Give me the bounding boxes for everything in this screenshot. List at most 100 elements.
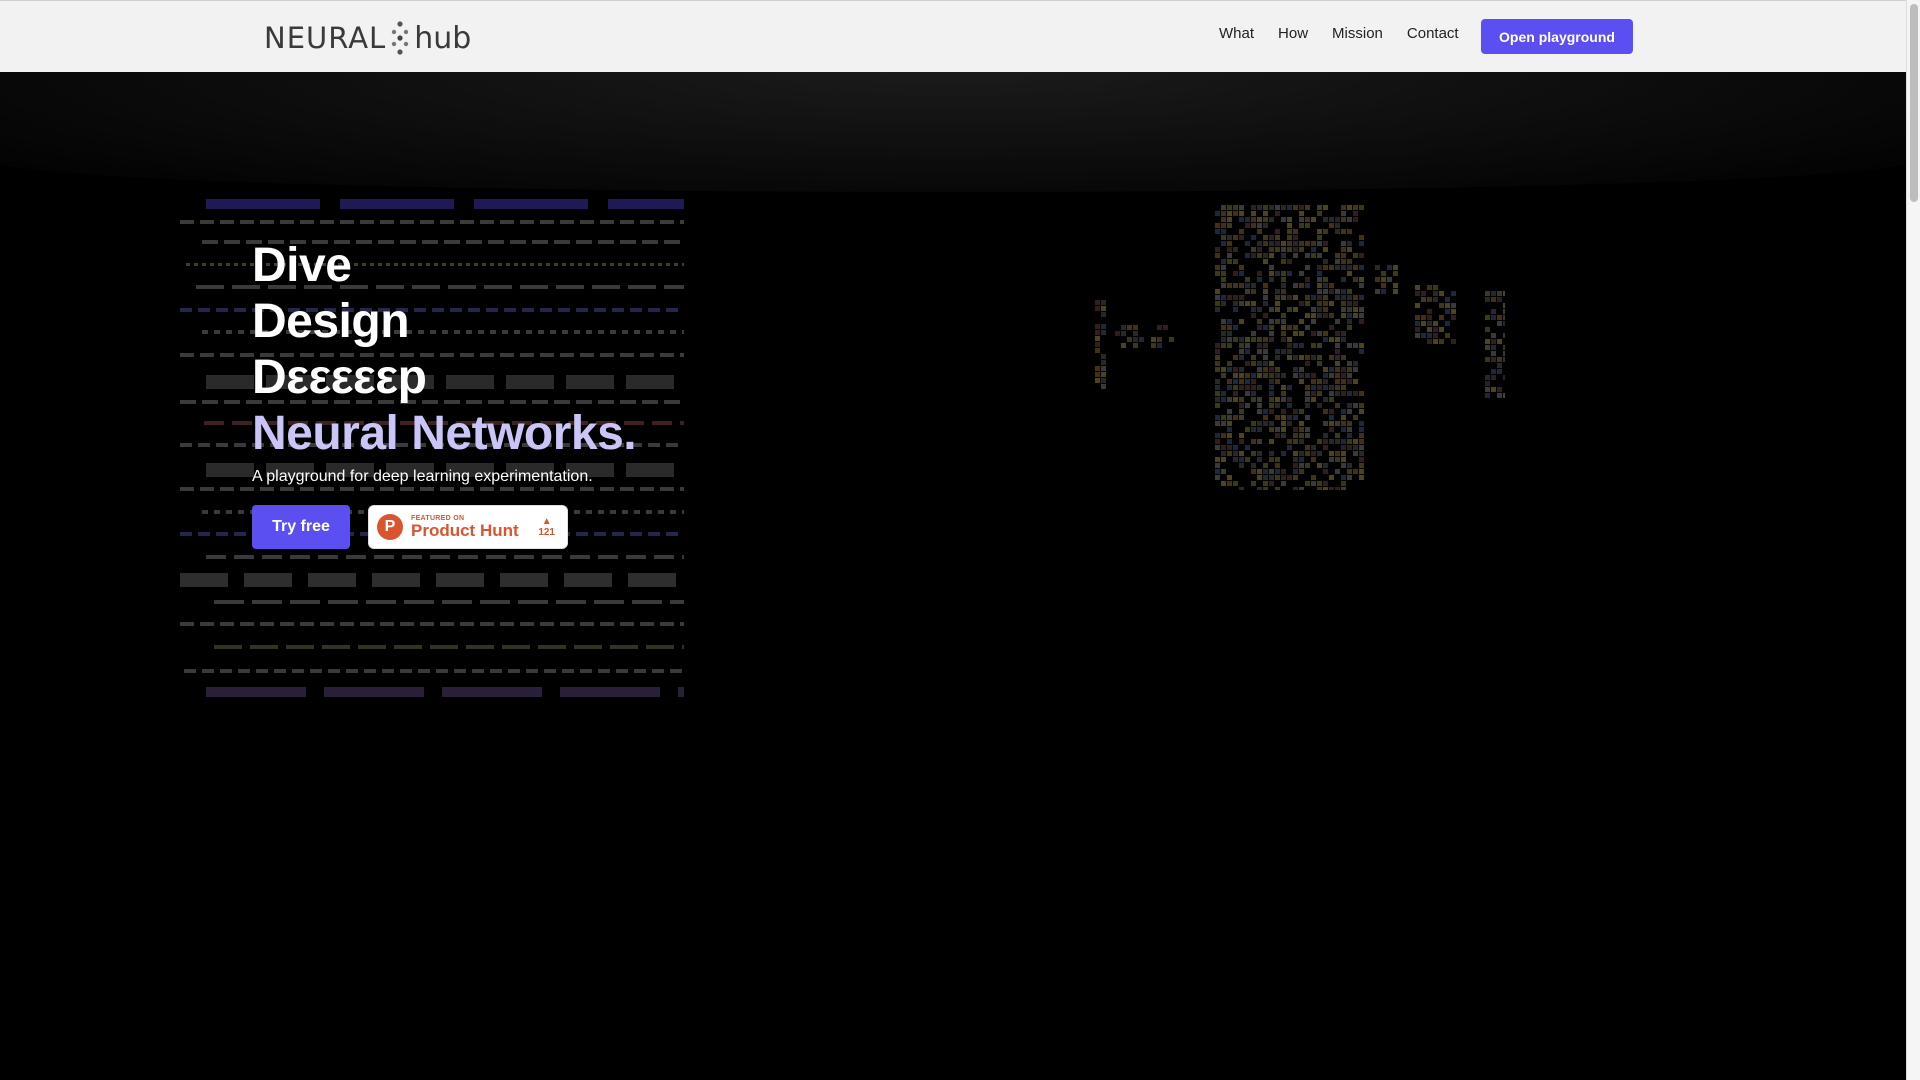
- network-cell: [1359, 307, 1364, 312]
- nav-link-mission[interactable]: Mission: [1332, 25, 1383, 42]
- network-cell: [1347, 439, 1352, 444]
- network-cell: [1311, 451, 1316, 456]
- dash-segment: [642, 240, 658, 244]
- network-cell: [1269, 205, 1274, 210]
- network-cell: [1221, 343, 1226, 348]
- network-cell: [1341, 445, 1346, 450]
- network-cell: [1335, 337, 1340, 342]
- dash-segment: [206, 555, 226, 559]
- network-cell: [1347, 409, 1352, 414]
- network-cell: [1497, 339, 1502, 344]
- dash-segment: [260, 220, 274, 224]
- network-cell: [1503, 357, 1505, 362]
- network-cell: [1293, 439, 1298, 444]
- neural-hub-logo[interactable]: NEURAL hub: [264, 19, 471, 57]
- network-cell: [1359, 445, 1364, 450]
- dash-segment: [220, 353, 234, 357]
- network-cell: [1433, 321, 1438, 326]
- network-cell: [1335, 331, 1340, 336]
- network-cell: [1245, 373, 1250, 378]
- network-cell: [1311, 397, 1316, 402]
- network-cell: [1293, 433, 1298, 438]
- network-cell: [1311, 457, 1316, 462]
- network-cell: [1281, 283, 1286, 288]
- nav-link-contact[interactable]: Contact: [1407, 25, 1459, 42]
- network-cell: [1329, 409, 1334, 414]
- dash-segment: [680, 421, 684, 425]
- network-cell: [1287, 475, 1292, 480]
- nav-link-what[interactable]: What: [1219, 25, 1254, 42]
- network-cell: [1251, 361, 1256, 366]
- network-cell: [1427, 333, 1432, 338]
- dash-segment: [320, 622, 334, 626]
- network-cell: [1269, 481, 1274, 486]
- network-cell: [1263, 295, 1268, 300]
- network-cell: [1251, 307, 1256, 312]
- network-cell: [1305, 295, 1310, 300]
- network-cell: [1299, 301, 1304, 306]
- network-cell: [1221, 235, 1226, 240]
- network-cell: [1215, 295, 1220, 300]
- dash-segment: [474, 199, 588, 209]
- nav-link-how[interactable]: How: [1278, 25, 1308, 42]
- dash-segment: [280, 220, 294, 224]
- network-cell: [1227, 421, 1232, 426]
- network-cell: [1341, 337, 1346, 342]
- try-free-button[interactable]: Try free: [252, 505, 350, 549]
- product-hunt-badge[interactable]: P FEATURED ON Product Hunt ▲ 121: [368, 505, 568, 549]
- network-cell: [1485, 345, 1490, 350]
- scrollbar-thumb[interactable]: [1910, 4, 1918, 202]
- dash-segment: [646, 510, 652, 514]
- network-cell: [1329, 397, 1334, 402]
- dash-segment: [598, 510, 604, 514]
- network-cell: [1239, 403, 1244, 408]
- network-cell: [1485, 339, 1490, 344]
- network-cell: [1323, 487, 1328, 490]
- network-cell: [1323, 265, 1328, 270]
- network-cell: [1311, 475, 1316, 480]
- dash-segment: [610, 645, 638, 649]
- dash-segment: [480, 487, 494, 491]
- dash-segment: [400, 487, 414, 491]
- network-cell: [1257, 343, 1262, 348]
- network-cell: [1157, 337, 1162, 342]
- dash-segment: [202, 510, 208, 514]
- dash-segment: [202, 400, 218, 404]
- network-cell: [1233, 445, 1238, 450]
- network-cell: [1347, 319, 1352, 324]
- network-cell: [1317, 451, 1322, 456]
- dash-segment: [600, 622, 614, 626]
- network-cell: [1281, 337, 1286, 342]
- dash-segment: [646, 645, 674, 649]
- network-cell: [1293, 331, 1298, 336]
- dash-segment: [364, 669, 376, 673]
- dash-segment: [472, 669, 484, 673]
- network-cell: [1323, 379, 1328, 384]
- network-cell: [1415, 327, 1420, 332]
- network-cell: [1293, 469, 1298, 474]
- network-cell: [1269, 277, 1274, 282]
- network-cell: [1269, 385, 1274, 390]
- network-cell: [1491, 345, 1496, 350]
- network-cell: [1497, 321, 1502, 326]
- network-cell: [1257, 271, 1262, 276]
- network-cell: [1269, 439, 1274, 444]
- network-cell: [1215, 439, 1220, 444]
- open-playground-button[interactable]: Open playground: [1481, 19, 1633, 54]
- page-scrollbar[interactable]: [1906, 0, 1920, 1080]
- network-cell: [1227, 337, 1232, 342]
- dash-segment: [206, 463, 254, 477]
- network-cell: [1251, 355, 1256, 360]
- network-cell: [1359, 439, 1364, 444]
- dash-segment: [620, 622, 634, 626]
- network-cell: [1239, 343, 1244, 348]
- network-cell: [1263, 289, 1268, 294]
- network-cell: [1287, 307, 1292, 312]
- dash-segment: [652, 421, 672, 425]
- network-cell: [1263, 205, 1268, 210]
- network-cell: [1353, 343, 1358, 348]
- dash-segment: [322, 645, 350, 649]
- network-cell: [1233, 325, 1238, 330]
- dash-segment: [682, 645, 684, 649]
- dash-segment: [466, 645, 494, 649]
